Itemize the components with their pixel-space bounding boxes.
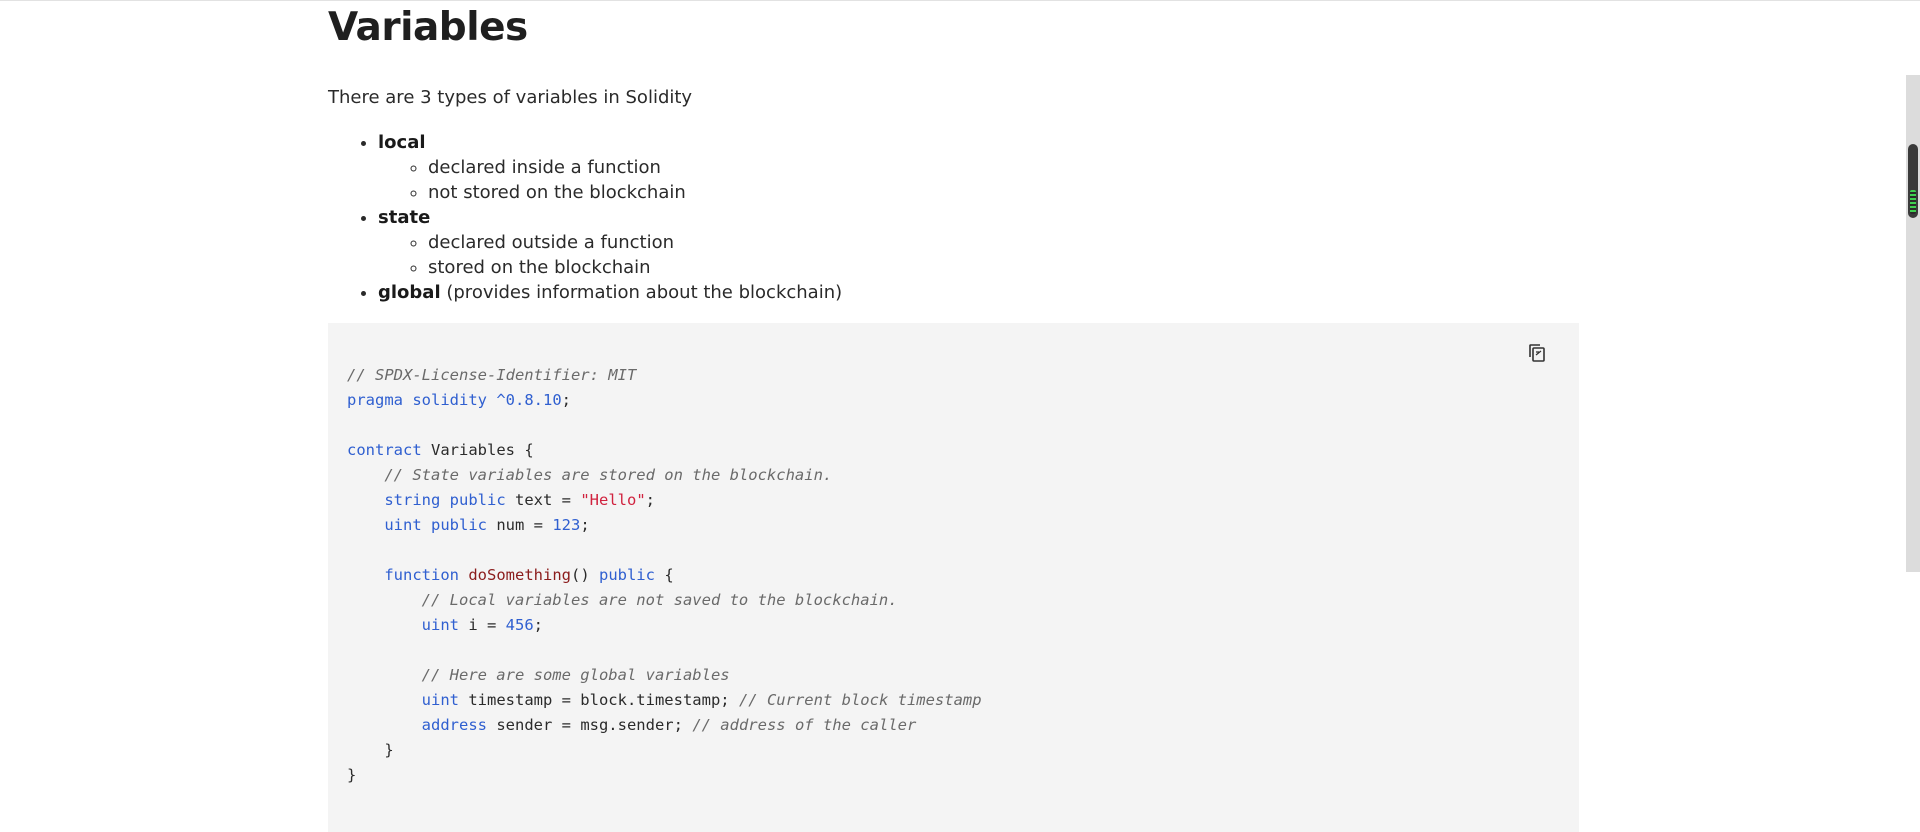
code-expression: timestamp = block.timestamp;: [468, 691, 730, 709]
code-keyword: address: [421, 716, 487, 734]
copy-button[interactable]: [1525, 341, 1549, 365]
variable-type-name: state: [378, 207, 431, 228]
intro-text: There are 3 types of variables in Solidi…: [328, 87, 693, 108]
code-identifier: text: [515, 491, 553, 509]
code-comment: // address of the caller: [692, 716, 917, 734]
code-keyword: public: [598, 566, 655, 584]
copy-icon[interactable]: [1525, 341, 1549, 365]
code-keyword: uint: [421, 691, 459, 709]
code-keyword: public: [449, 491, 506, 509]
code-version: ^0.8.10: [496, 391, 562, 409]
code-identifier: Variables: [431, 441, 515, 459]
code-comment: // Current block timestamp: [738, 691, 982, 709]
code-keyword: function: [384, 566, 459, 584]
code-identifier: num: [496, 516, 525, 534]
list-item: global (provides information about the b…: [378, 280, 842, 305]
list-item: not stored on the blockchain: [428, 180, 842, 205]
code-keyword: public: [431, 516, 487, 534]
code-comment: // State variables are stored on the blo…: [384, 466, 833, 484]
code-keyword: pragma: [347, 391, 403, 409]
code-identifier: i: [468, 616, 478, 634]
sub-list: declared inside a function not stored on…: [378, 155, 842, 205]
code-keyword: solidity: [412, 391, 487, 409]
variable-type-name: global: [378, 282, 441, 303]
list-item: local declared inside a function not sto…: [378, 130, 842, 205]
code-comment: // Here are some global variables: [421, 666, 730, 684]
scrollbar-thumb[interactable]: [1908, 144, 1918, 218]
code-comment: // Local variables are not saved to the …: [421, 591, 898, 609]
list-item: declared outside a function: [428, 230, 842, 255]
code-comment: // SPDX-License-Identifier: MIT: [347, 366, 637, 384]
code-block: // SPDX-License-Identifier: MIT pragma s…: [328, 323, 1579, 832]
code-number: 456: [505, 616, 534, 634]
code-keyword: uint: [384, 516, 422, 534]
list-item: stored on the blockchain: [428, 255, 842, 280]
variable-type-name: local: [378, 132, 426, 153]
code-string: "Hello": [580, 491, 646, 509]
code-function-name: doSomething: [468, 566, 571, 584]
top-divider: [0, 0, 1920, 1]
code-keyword: uint: [421, 616, 459, 634]
list-item: declared inside a function: [428, 155, 842, 180]
sub-list: declared outside a function stored on th…: [378, 230, 842, 280]
code-keyword: contract: [347, 441, 422, 459]
scrollbar-grip: [1910, 190, 1916, 214]
page-title: Variables: [328, 5, 528, 50]
code-keyword: string: [384, 491, 441, 509]
list-item: state declared outside a function stored…: [378, 205, 842, 280]
code-content: // SPDX-License-Identifier: MIT pragma s…: [347, 366, 982, 784]
variable-type-note: (provides information about the blockcha…: [446, 282, 843, 303]
code-number: 123: [552, 516, 581, 534]
variable-types-list: local declared inside a function not sto…: [328, 130, 842, 305]
code-expression: sender = msg.sender;: [496, 716, 683, 734]
